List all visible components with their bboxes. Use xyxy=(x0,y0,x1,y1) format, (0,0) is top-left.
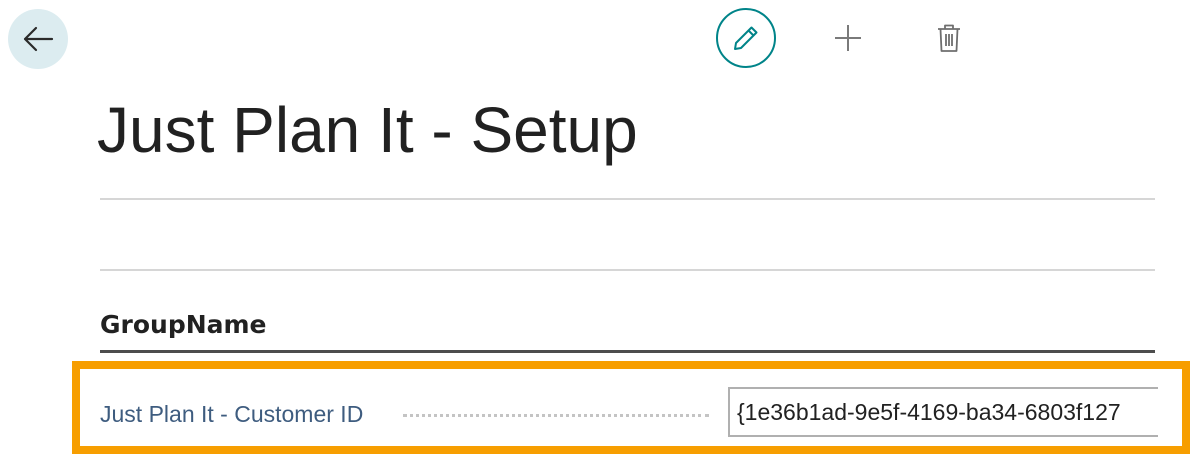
divider xyxy=(100,198,1155,200)
field-leader-dots xyxy=(403,414,709,417)
group-underline xyxy=(100,350,1155,353)
pencil-icon xyxy=(731,23,761,53)
arrow-left-icon xyxy=(22,25,54,53)
customer-id-label[interactable]: Just Plan It - Customer ID xyxy=(100,399,363,429)
divider xyxy=(100,269,1155,271)
trash-icon xyxy=(936,23,962,53)
page-title: Just Plan It - Setup xyxy=(97,94,638,166)
edit-button[interactable] xyxy=(716,8,776,68)
field-row-customer-id: Just Plan It - Customer ID xyxy=(100,385,1158,441)
back-button[interactable] xyxy=(8,9,68,69)
customer-id-input[interactable] xyxy=(728,387,1158,437)
plus-icon xyxy=(832,22,864,54)
group-title[interactable]: GroupName xyxy=(100,308,267,342)
delete-button[interactable] xyxy=(919,8,979,68)
new-button[interactable] xyxy=(818,8,878,68)
